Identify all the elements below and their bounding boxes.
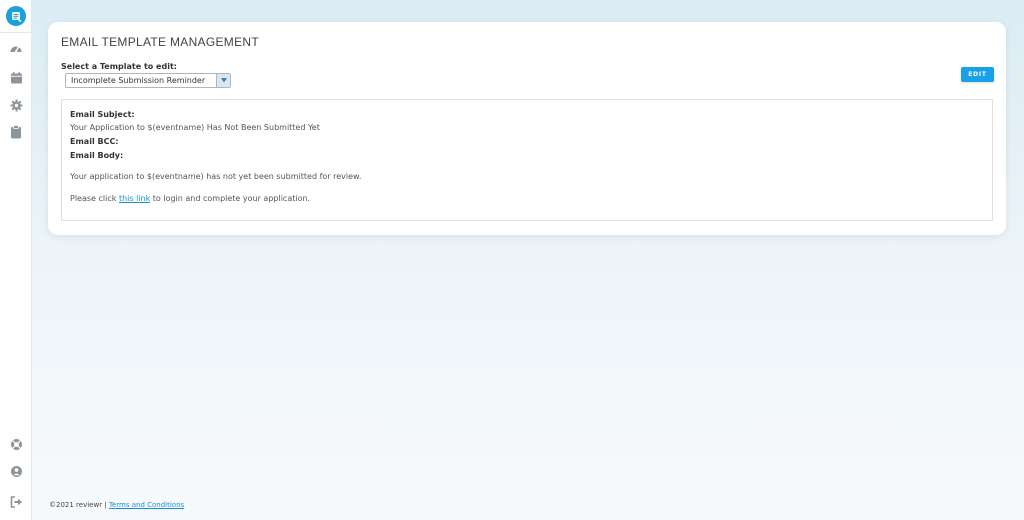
edit-button[interactable]: EDIT (961, 67, 994, 82)
sidebar-divider (0, 32, 32, 33)
template-select-value: Incomplete Submission Reminder (71, 76, 206, 85)
reviewr-logo-icon[interactable] (6, 6, 26, 26)
calendar-icon[interactable] (8, 69, 24, 85)
sidebar (0, 0, 32, 520)
email-body-paragraph-1: Your application to $(eventname) has not… (70, 172, 362, 181)
dashboard-icon[interactable] (8, 41, 24, 57)
template-select[interactable]: Incomplete Submission Reminder (65, 73, 231, 88)
email-preview-panel: Email Subject: Your Application to $(eve… (61, 99, 993, 221)
chevron-down-icon[interactable] (216, 74, 230, 87)
email-bcc-label: Email BCC: (70, 137, 119, 146)
footer: ©2021 reviewr | Terms and Conditions (49, 501, 184, 509)
clipboard-icon[interactable] (8, 124, 24, 140)
email-subject-label: Email Subject: (70, 110, 135, 119)
page-title: EMAIL TEMPLATE MANAGEMENT (61, 35, 259, 49)
email-body-text-after-link: to login and complete your application. (152, 194, 311, 203)
email-template-card: EMAIL TEMPLATE MANAGEMENT Select a Templ… (48, 22, 1006, 235)
template-select-label: Select a Template to edit: (61, 62, 177, 71)
terms-and-conditions-link[interactable]: Terms and Conditions (109, 501, 184, 509)
copyright-text: ©2021 reviewr | (49, 501, 107, 509)
user-account-icon[interactable] (8, 463, 24, 479)
help-lifebuoy-icon[interactable] (8, 436, 24, 452)
logout-icon[interactable] (8, 494, 24, 510)
email-body-label: Email Body: (70, 151, 124, 160)
email-body-text-before-link: Please click (70, 194, 117, 203)
login-link[interactable]: this link (119, 194, 150, 203)
email-subject-value: Your Application to $(eventname) Has Not… (70, 123, 320, 132)
email-body-paragraph-2: Please click this link to login and comp… (70, 194, 310, 203)
settings-gear-icon[interactable] (8, 97, 24, 113)
